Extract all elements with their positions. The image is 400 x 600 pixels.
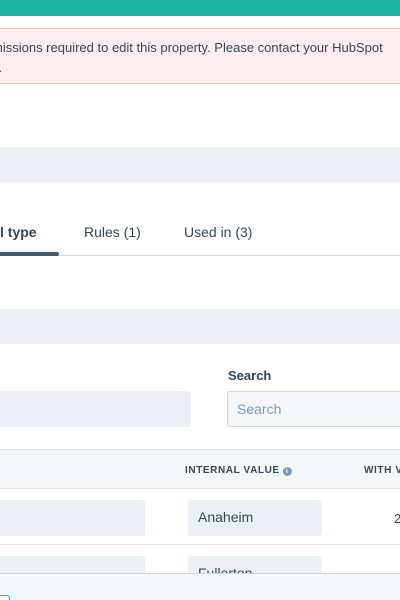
- alert-message: missions required to edit this property.…: [0, 38, 400, 78]
- tab-bar: l type Rules (1) Used in (3): [0, 212, 400, 256]
- permission-alert: missions required to edit this property.…: [0, 28, 400, 84]
- internal-value-header-label: INTERNAL VALUE: [185, 465, 280, 476]
- info-icon[interactable]: i: [282, 467, 292, 476]
- alert-line-1: missions required to edit this property.…: [0, 40, 383, 55]
- with-column-header: WITH V: [364, 465, 400, 476]
- internal-value-column-header: INTERNAL VALUE i: [185, 465, 292, 476]
- table-row: Anaheim 2: [0, 489, 400, 545]
- search-input[interactable]: [227, 391, 400, 427]
- option-label-field[interactable]: [0, 500, 145, 536]
- tab-rules[interactable]: Rules (1): [84, 224, 141, 240]
- section-header-band: [0, 147, 400, 182]
- alert-line-2: s.: [0, 60, 2, 75]
- options-table-header: INTERNAL VALUE i WITH V: [0, 449, 400, 489]
- record-count: 2: [394, 511, 400, 526]
- footer-button[interactable]: [0, 595, 10, 600]
- top-header-bar: [0, 0, 400, 16]
- active-tab-indicator: [0, 252, 59, 256]
- tab-field-type[interactable]: l type: [0, 224, 37, 240]
- tab-used-in[interactable]: Used in (3): [184, 224, 252, 240]
- internal-value-field[interactable]: Anaheim: [188, 500, 322, 536]
- option-field[interactable]: [0, 391, 191, 427]
- options-section-band: [0, 309, 400, 344]
- footer-bar: [0, 573, 400, 600]
- search-label: Search: [228, 368, 272, 383]
